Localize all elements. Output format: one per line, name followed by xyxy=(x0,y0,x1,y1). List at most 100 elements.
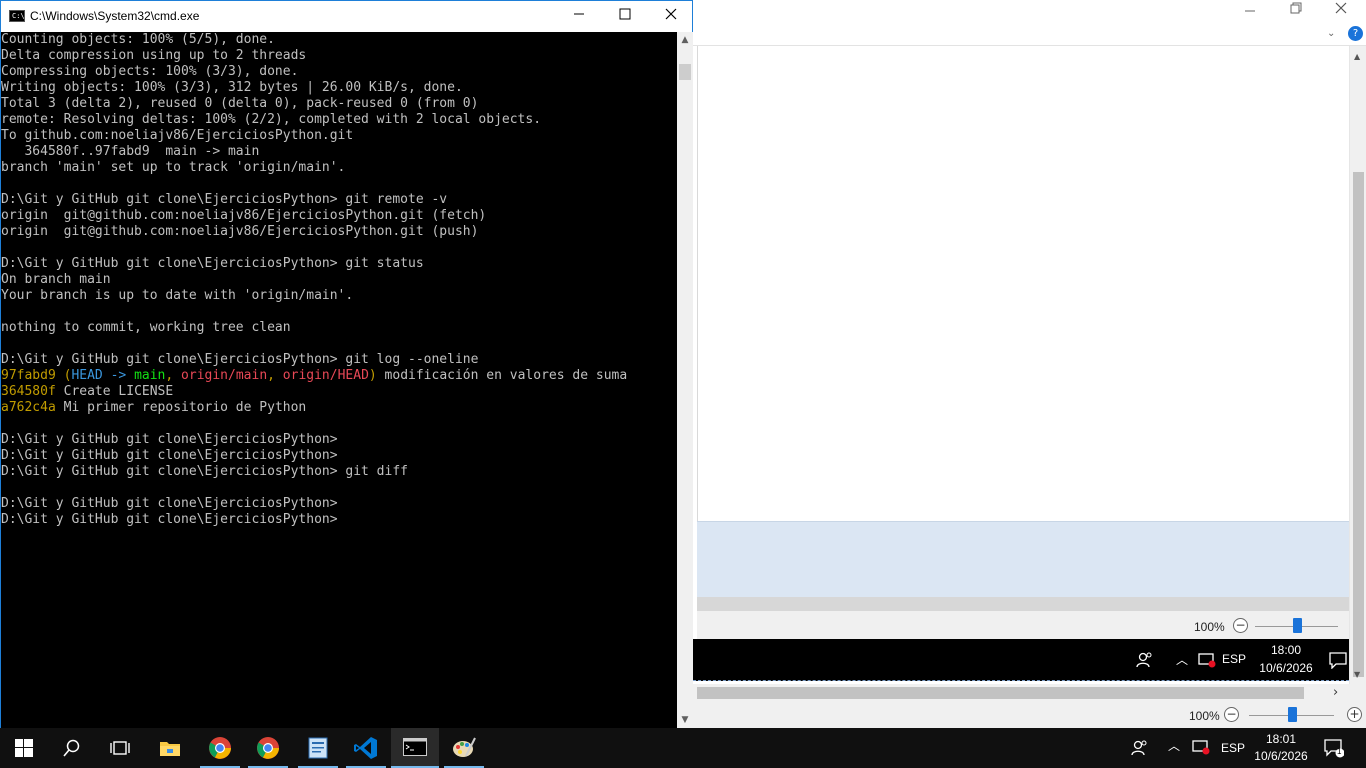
console-text-segment: D:\Git y GitHub git clone\EjerciciosPyth… xyxy=(1,464,408,479)
console-text-segment: origin/main xyxy=(181,368,268,383)
console-text-segment: 97fabd9 xyxy=(1,368,56,383)
lower-pane xyxy=(697,521,1349,597)
chrome-button-2[interactable] xyxy=(244,728,292,768)
zoom-out-button[interactable]: − xyxy=(1233,618,1248,633)
scroll-up-arrow-icon[interactable]: ▲ xyxy=(677,32,693,48)
notification-icon xyxy=(1329,651,1347,673)
zoom-in-button[interactable]: + xyxy=(1347,707,1362,722)
console-line: On branch main xyxy=(1,272,627,288)
console-lines: Counting objects: 100% (5/5), done. Delta… xyxy=(1,32,627,528)
console-text-segment: D:\Git y GitHub git clone\EjerciciosPyth… xyxy=(1,352,479,367)
scrollbar-thumb[interactable] xyxy=(1353,172,1364,677)
scroll-up-arrow-icon[interactable]: ▲ xyxy=(1354,52,1360,61)
console-line: a762c4a Mi primer repositorio de Python xyxy=(1,400,627,416)
action-center-button[interactable]: 1 xyxy=(1324,738,1345,762)
console-line: nothing to commit, working tree clean xyxy=(1,320,627,336)
cmd-window[interactable]: C:\ C:\Windows\System32\cmd.exe Counting… xyxy=(0,0,693,728)
scroll-down-arrow-icon[interactable]: ▼ xyxy=(1354,670,1360,679)
zoom-percentage-lower: 100% xyxy=(1189,709,1220,723)
console-text-segment: D:\Git y GitHub git clone\EjerciciosPyth… xyxy=(1,496,338,511)
cmd-icon: C:\ xyxy=(9,10,25,22)
maximize-button[interactable] xyxy=(602,1,648,32)
show-hidden-icons-button[interactable]: ︿ xyxy=(1168,737,1180,754)
search-button[interactable] xyxy=(48,728,96,768)
console-line: D:\Git y GitHub git clone\EjerciciosPyth… xyxy=(1,496,627,512)
console-text-segment: Compressing objects: 100% (3/3), done. xyxy=(1,64,299,79)
minimize-button[interactable] xyxy=(556,1,602,32)
people-icon[interactable] xyxy=(1131,739,1149,761)
console-line: Writing objects: 100% (3/3), 312 bytes |… xyxy=(1,80,627,96)
minimize-button[interactable] xyxy=(1227,0,1273,24)
horizontal-scrollbar[interactable] xyxy=(697,597,1349,611)
console-text-segment: remote: Resolving deltas: 100% (2/2), co… xyxy=(1,112,542,127)
zoom-slider-thumb[interactable] xyxy=(1293,618,1302,633)
console-line: Total 3 (delta 2), reused 0 (delta 0), p… xyxy=(1,96,627,112)
document-canvas[interactable] xyxy=(697,46,1349,521)
console-text-segment: ( xyxy=(55,368,72,383)
console-line: D:\Git y GitHub git clone\EjerciciosPyth… xyxy=(1,192,627,208)
vertical-scrollbar[interactable]: ▲ ▼ xyxy=(1349,46,1366,686)
console-text-segment: a762c4a xyxy=(1,400,56,415)
console-text-segment: branch 'main' set up to track 'origin/ma… xyxy=(1,160,346,175)
console-line: D:\Git y GitHub git clone\EjerciciosPyth… xyxy=(1,512,627,528)
console-line: Compressing objects: 100% (3/3), done. xyxy=(1,64,627,80)
chevron-down-icon[interactable]: ⌄ xyxy=(1327,28,1335,39)
chrome-button-1[interactable] xyxy=(196,728,244,768)
restore-button[interactable] xyxy=(1273,0,1319,24)
cmd-titlebar[interactable]: C:\ C:\Windows\System32\cmd.exe xyxy=(1,1,692,32)
console-text-segment: ) xyxy=(368,368,377,383)
language-indicator[interactable]: ESP xyxy=(1221,741,1245,755)
zoom-out-button-lower[interactable]: − xyxy=(1224,707,1239,722)
close-button[interactable] xyxy=(1318,0,1364,24)
console-line: D:\Git y GitHub git clone\EjerciciosPyth… xyxy=(1,352,627,368)
paint-icon xyxy=(453,737,476,757)
clock-date[interactable]: 10/6/2026 xyxy=(1254,749,1308,763)
zoom-slider-thumb-lower[interactable] xyxy=(1288,707,1297,722)
console-line: Counting objects: 100% (5/5), done. xyxy=(1,32,627,48)
help-icon[interactable]: ? xyxy=(1348,26,1363,41)
console-text-segment: nothing to commit, working tree clean xyxy=(1,320,291,335)
console-line: D:\Git y GitHub git clone\EjerciciosPyth… xyxy=(1,432,627,448)
scroll-right-arrow-icon[interactable]: › xyxy=(1333,685,1338,700)
notepad-app-button[interactable] xyxy=(294,728,342,768)
cmd-button[interactable] xyxy=(391,728,439,768)
windows-icon xyxy=(15,739,33,757)
paint-button[interactable] xyxy=(440,728,488,768)
console-text-segment: 364580f xyxy=(1,384,56,399)
scroll-down-arrow-icon[interactable]: ▼ xyxy=(677,712,693,728)
file-explorer-button[interactable] xyxy=(146,728,194,768)
console-text-segment: D:\Git y GitHub git clone\EjerciciosPyth… xyxy=(1,512,338,527)
cmd-icon xyxy=(403,738,427,756)
vscode-button[interactable] xyxy=(342,728,390,768)
console-scrollbar[interactable]: ▲ ▼ xyxy=(677,32,693,728)
console-output[interactable]: Counting objects: 100% (5/5), done. Delta… xyxy=(1,32,677,728)
scrollbar-thumb-horizontal[interactable] xyxy=(697,687,1304,699)
chevron-up-icon: ︿ xyxy=(1176,653,1189,667)
console-text-segment: D:\Git y GitHub git clone\EjerciciosPyth… xyxy=(1,192,448,207)
console-line: origin git@github.com:noeliajv86/Ejercic… xyxy=(1,208,627,224)
clock-time[interactable]: 18:01 xyxy=(1266,732,1296,746)
taskbar: ︿ ESP 18:01 10/6/2026 1 xyxy=(0,728,1366,768)
scrollbar-thumb[interactable] xyxy=(679,64,691,80)
console-line: origin git@github.com:noeliajv86/Ejercic… xyxy=(1,224,627,240)
clock-date: 10/6/2026 xyxy=(1259,661,1313,675)
console-text-segment: , xyxy=(267,368,283,383)
close-button[interactable] xyxy=(648,1,694,32)
start-button[interactable] xyxy=(0,728,48,768)
console-line: Your branch is up to date with 'origin/m… xyxy=(1,288,627,304)
console-line: branch 'main' set up to track 'origin/ma… xyxy=(1,160,627,176)
console-text-segment: main xyxy=(134,368,166,383)
console-text-segment: Writing objects: 100% (3/3), 312 bytes |… xyxy=(1,80,463,95)
restore-icon xyxy=(1290,2,1302,14)
network-icon[interactable] xyxy=(1192,739,1210,759)
console-text-segment: Mi primer repositorio de Python xyxy=(55,400,307,415)
horizontal-scrollbar-lower[interactable]: › xyxy=(693,684,1366,702)
status-bar-upper: 100% − xyxy=(697,611,1349,639)
task-view-button[interactable] xyxy=(96,728,144,768)
minimize-icon xyxy=(574,13,584,15)
